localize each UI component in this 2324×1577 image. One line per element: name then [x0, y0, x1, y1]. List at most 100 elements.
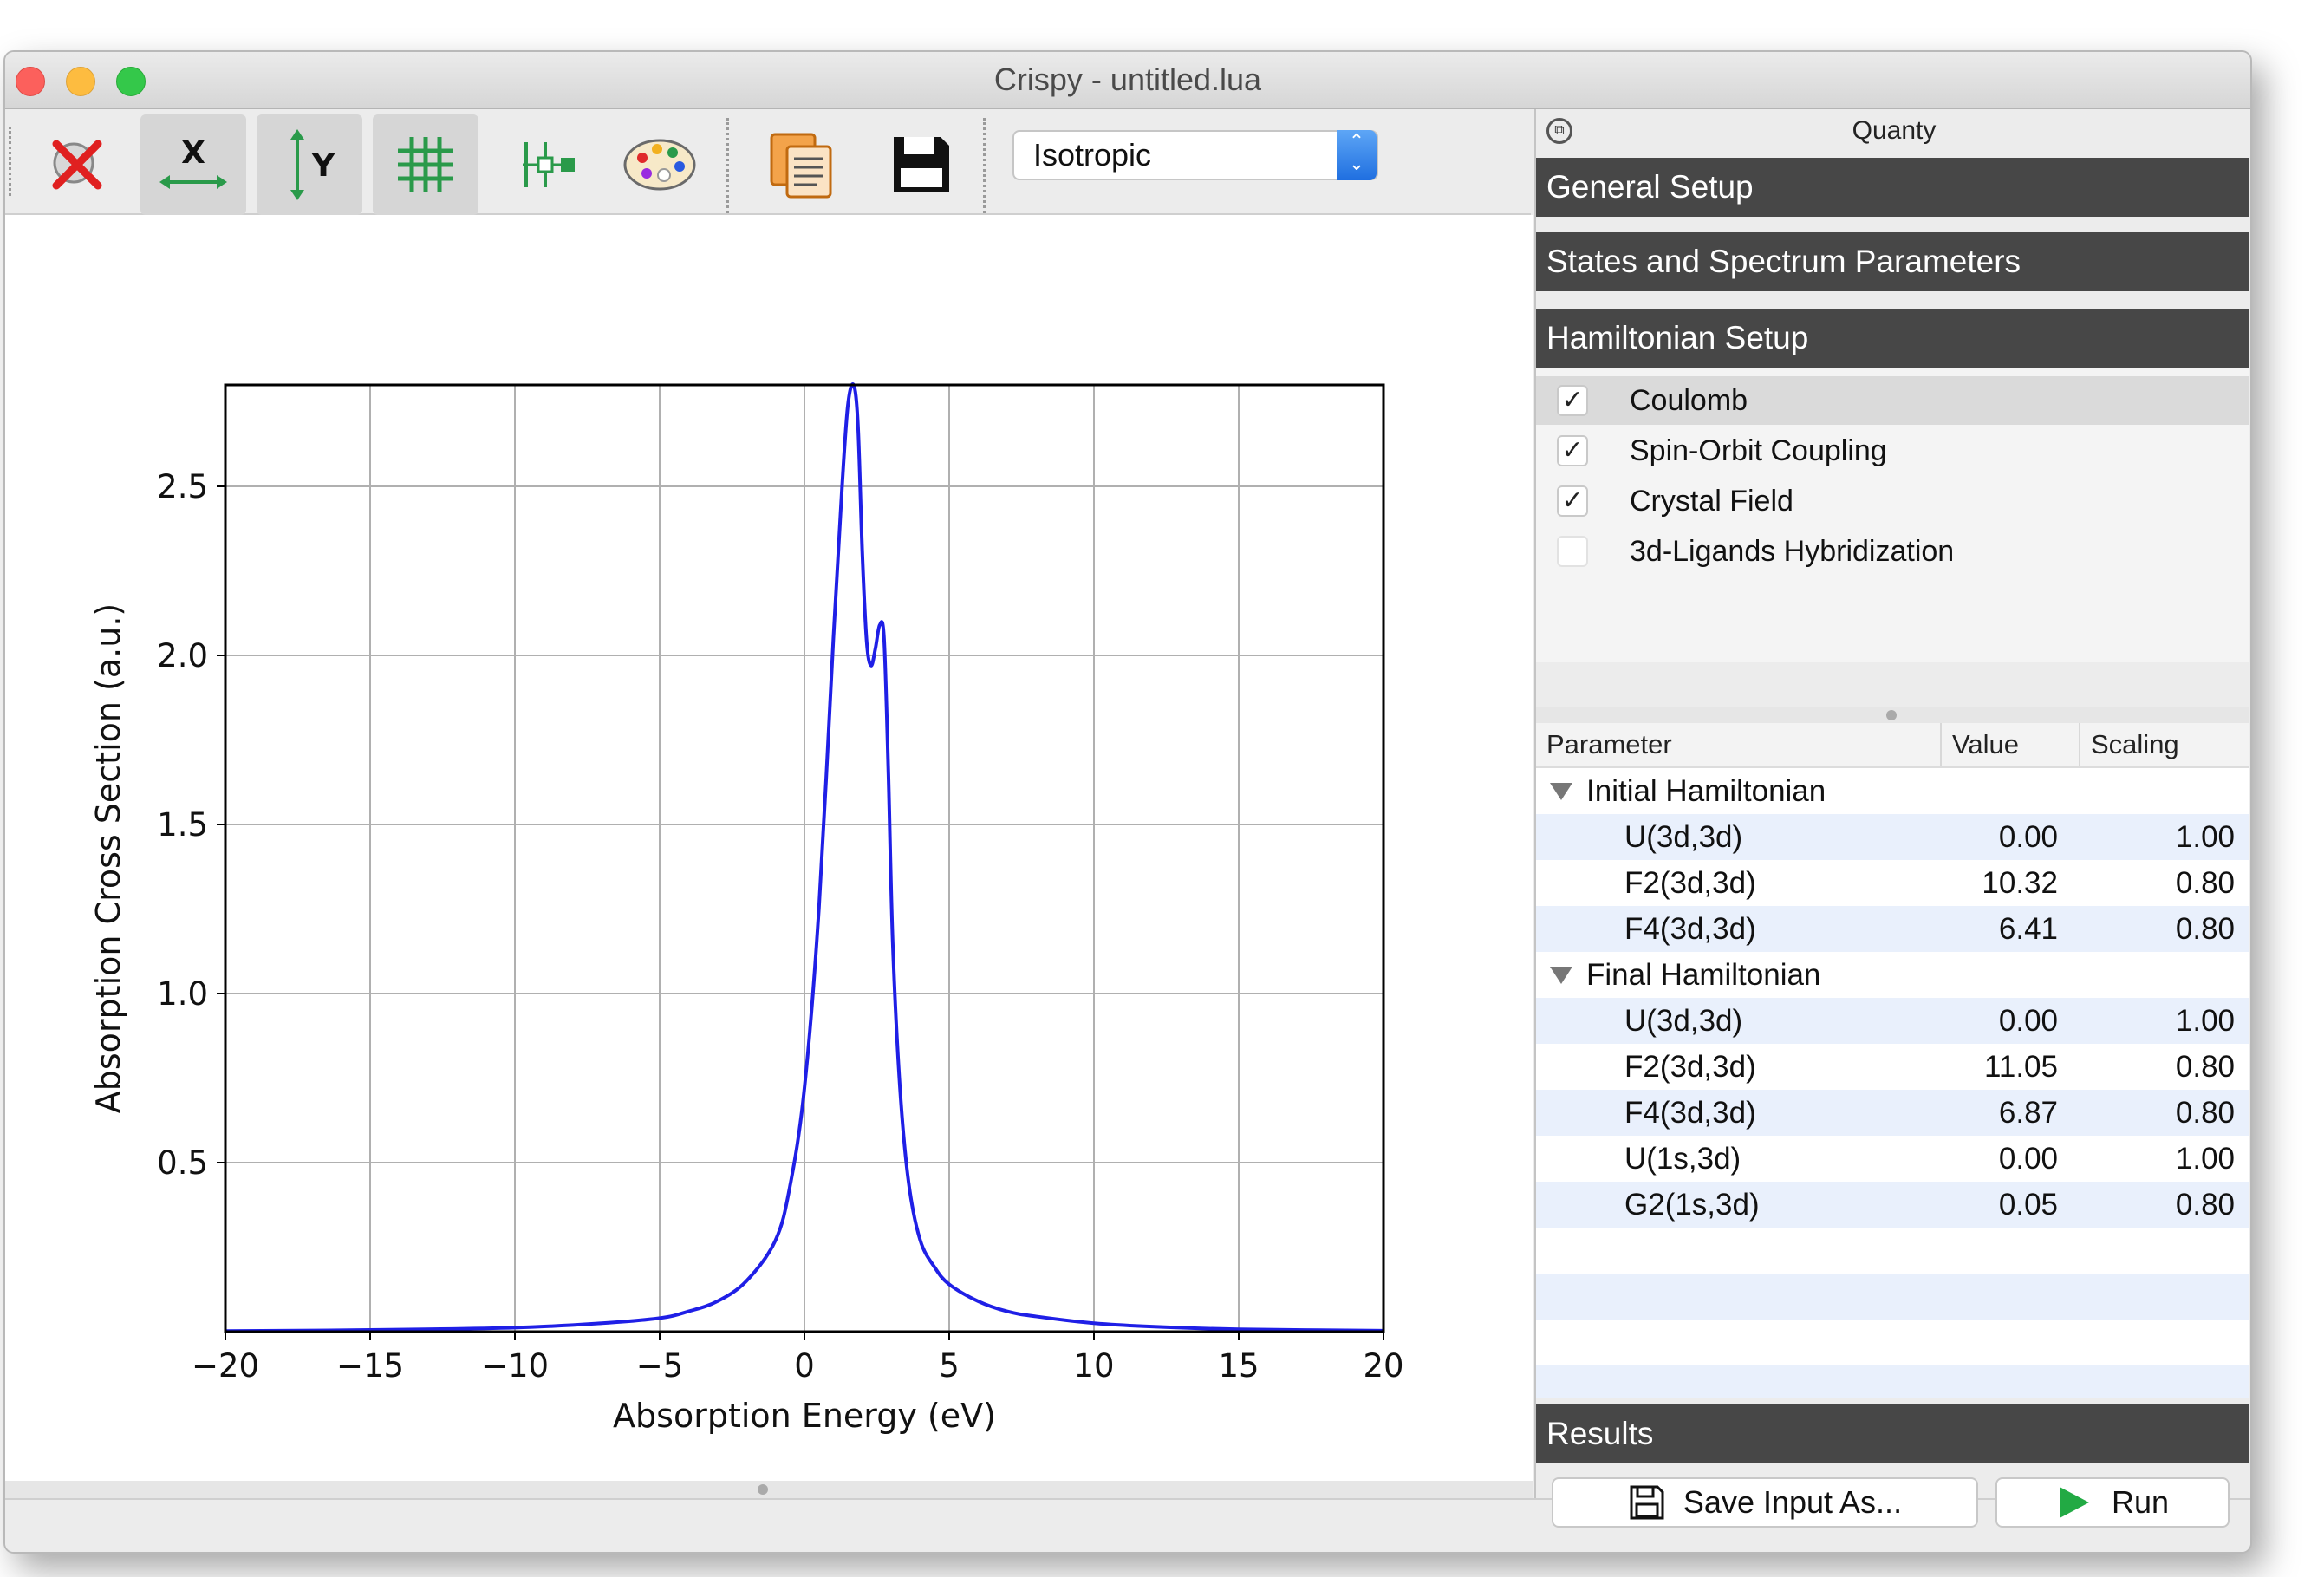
coulomb-checkbox[interactable]: ✓	[1557, 385, 1588, 416]
param-value[interactable]: 11.05	[1940, 1044, 2058, 1090]
column-header-scaling[interactable]: Scaling	[2079, 723, 2247, 766]
param-name: F2(3d,3d)	[1624, 866, 1756, 900]
param-scaling[interactable]: 1.00	[2079, 998, 2235, 1044]
autoscale-x-button[interactable]: X	[140, 114, 246, 215]
x-axis-label: Absorption Energy (eV)	[613, 1397, 996, 1435]
curve-style-button[interactable]	[496, 114, 602, 215]
param-scaling[interactable]: 1.00	[2079, 814, 2235, 860]
empty-row	[1536, 1228, 2249, 1274]
expand-triangle-icon[interactable]	[1550, 783, 1572, 800]
expand-triangle-icon[interactable]	[1550, 967, 1572, 984]
toolbar-separator	[726, 118, 729, 218]
ligands-hybridization-checkbox[interactable]	[1557, 536, 1588, 567]
colormap-button[interactable]	[607, 114, 713, 215]
x-tick-label: −5	[636, 1347, 684, 1385]
results-header[interactable]: Results	[1536, 1404, 2249, 1463]
empty-row	[1536, 1365, 2249, 1398]
spectrum-chart: −20 −15 −10 −5 0 5 10 15 20 0.5 1.0 1.5 2.0 2.5 Absor…	[89, 382, 1404, 1435]
group-row-initial[interactable]: Initial Hamiltonian	[1536, 768, 2249, 814]
param-scaling[interactable]: 0.80	[2079, 1182, 2235, 1228]
title-bar[interactable]: Crispy - untitled.lua	[5, 52, 2250, 109]
param-value[interactable]: 6.87	[1940, 1090, 2058, 1136]
table-row[interactable]: F4(3d,3d) 6.87 0.80	[1536, 1090, 2249, 1136]
y-tick-label: 2.0	[157, 637, 208, 674]
splitter-dot	[758, 1484, 768, 1495]
param-scaling[interactable]: 1.00	[2079, 1136, 2235, 1182]
spectrum-type-select[interactable]: Isotropic ⌃ ⌄	[1012, 130, 1378, 180]
general-setup-header[interactable]: General Setup	[1536, 158, 2249, 217]
table-row[interactable]: U(3d,3d) 0.00 1.00	[1536, 814, 2249, 860]
term-row-coulomb[interactable]: ✓ Coulomb	[1536, 376, 2249, 425]
save-input-button[interactable]: Save Input As...	[1552, 1477, 1978, 1528]
param-scaling[interactable]: 0.80	[2079, 1044, 2235, 1090]
term-row-ligands[interactable]: 3d-Ligands Hybridization	[1536, 527, 2249, 576]
spin-orbit-checkbox[interactable]: ✓	[1557, 435, 1588, 466]
param-value[interactable]: 0.00	[1940, 1136, 2058, 1182]
term-row-crystal-field[interactable]: ✓ Crystal Field	[1536, 477, 2249, 525]
term-row-spin-orbit[interactable]: ✓ Spin-Orbit Coupling	[1536, 427, 2249, 475]
param-scaling[interactable]: 0.80	[2079, 906, 2235, 952]
save-plot-button[interactable]	[869, 114, 974, 215]
param-value[interactable]: 0.00	[1940, 998, 2058, 1044]
table-row[interactable]: U(1s,3d) 0.00 1.00	[1536, 1136, 2249, 1182]
table-header: Parameter Value Scaling	[1536, 723, 2249, 768]
x-tick-label: 20	[1363, 1347, 1403, 1385]
splitter-handle[interactable]	[5, 1481, 1533, 1498]
param-value[interactable]: 0.05	[1940, 1182, 2058, 1228]
table-row[interactable]: F2(3d,3d) 11.05 0.80	[1536, 1044, 2249, 1090]
states-spectrum-header[interactable]: States and Spectrum Parameters	[1536, 232, 2249, 291]
table-row[interactable]: U(3d,3d) 0.00 1.00	[1536, 998, 2249, 1044]
window-title: Crispy - untitled.lua	[993, 62, 1262, 97]
save-icon	[894, 137, 949, 192]
x-tick-label: 10	[1073, 1347, 1114, 1385]
y-tick-label: 0.5	[157, 1144, 208, 1182]
x-tick-label: −15	[336, 1347, 404, 1385]
x-tick-label: 5	[939, 1347, 960, 1385]
param-value[interactable]: 6.41	[1940, 906, 2058, 952]
param-scaling[interactable]: 0.80	[2079, 1090, 2235, 1136]
crystal-field-checkbox[interactable]: ✓	[1557, 485, 1588, 517]
table-row[interactable]: G2(1s,3d) 0.05 0.80	[1536, 1182, 2249, 1228]
param-name: U(3d,3d)	[1624, 820, 1743, 854]
param-value[interactable]: 0.00	[1940, 814, 2058, 860]
y-tick-label: 2.5	[157, 468, 208, 505]
param-name: U(1s,3d)	[1624, 1142, 1741, 1176]
run-button[interactable]: Run	[1995, 1477, 2230, 1528]
group-row-final[interactable]: Final Hamiltonian	[1536, 952, 2249, 998]
term-label: Spin-Orbit Coupling	[1630, 434, 1887, 467]
select-arrows-icon: ⌃ ⌄	[1337, 130, 1377, 180]
y-tick-label: 1.5	[157, 806, 208, 844]
toolbar-separator-2	[983, 118, 986, 218]
table-row[interactable]: F2(3d,3d) 10.32 0.80	[1536, 860, 2249, 906]
grid-button[interactable]	[373, 114, 478, 215]
toolbar-grip[interactable]	[9, 127, 11, 196]
param-name: U(3d,3d)	[1624, 1004, 1743, 1038]
autoscale-y-button[interactable]: Y	[257, 114, 362, 215]
param-scaling[interactable]: 0.80	[2079, 860, 2235, 906]
clear-plot-button[interactable]	[24, 114, 130, 215]
x-tick-label: −10	[481, 1347, 549, 1385]
app-window: Crispy - untitled.lua X Y Isotropic ⌃ ⌄ …	[3, 50, 2252, 1554]
empty-row	[1536, 1320, 2249, 1365]
group-label: Initial Hamiltonian	[1586, 774, 1826, 808]
copy-icon	[770, 133, 832, 199]
column-header-value[interactable]: Value	[1940, 723, 2073, 766]
quanty-dock: ⧉ Quanty General Setup States and Spectr…	[1534, 109, 2250, 1528]
plot-area[interactable]: −20 −15 −10 −5 0 5 10 15 20 0.5 1.0 1.5 2.0 2.5 Absor…	[5, 215, 1533, 1481]
y-axis-label: Absorption Cross Section (a.u.)	[89, 603, 127, 1113]
x-tick-label: 15	[1218, 1347, 1259, 1385]
table-row[interactable]: F4(3d,3d) 6.41 0.80	[1536, 906, 2249, 952]
spectrum-type-value: Isotropic	[1033, 137, 1152, 173]
play-icon	[2059, 1487, 2089, 1518]
save-input-icon	[1630, 1485, 1664, 1520]
column-header-parameter[interactable]: Parameter	[1546, 723, 1672, 766]
param-name: F4(3d,3d)	[1624, 912, 1756, 946]
dock-splitter[interactable]	[1536, 707, 2249, 723]
x-tick-label: −20	[192, 1347, 259, 1385]
term-label: Crystal Field	[1630, 485, 1793, 518]
param-value[interactable]: 10.32	[1940, 860, 2058, 906]
hamiltonian-setup-header[interactable]: Hamiltonian Setup	[1536, 309, 2249, 368]
copy-button[interactable]	[749, 114, 855, 215]
dock-splitter-dot	[1886, 710, 1897, 720]
term-label: Coulomb	[1630, 384, 1748, 417]
